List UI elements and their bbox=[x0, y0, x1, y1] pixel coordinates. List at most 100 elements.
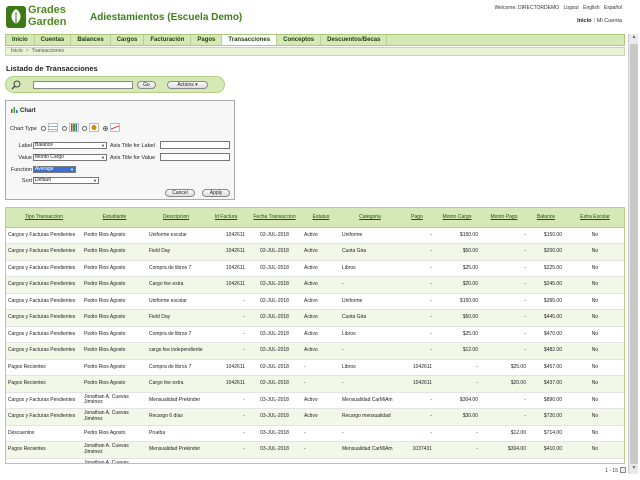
breadcrumb-home[interactable]: Inicio bbox=[11, 48, 23, 54]
search-icon[interactable] bbox=[11, 80, 21, 90]
table-row[interactable]: Cargos y Facturas PendientesJonathan A. … bbox=[6, 458, 624, 463]
actions-button[interactable]: Actions ▾ bbox=[167, 81, 208, 89]
table-cell: No bbox=[564, 342, 624, 360]
table-cell: - bbox=[400, 243, 434, 261]
table-row[interactable]: Cargos y Facturas Pendientes Pedro Rios A… bbox=[6, 227, 624, 244]
cancel-button[interactable]: Cancel bbox=[165, 189, 195, 197]
dropdown-arrow-icon: ▼ bbox=[101, 143, 105, 148]
table-cell: $445.00 bbox=[528, 309, 564, 327]
chart-type-radio-pie[interactable] bbox=[82, 126, 88, 131]
table-row[interactable]: Cargos y Facturas Pendientes Pedro Rios A… bbox=[6, 309, 624, 327]
table-cell: - bbox=[400, 408, 434, 426]
column-header-tipo-transaccion[interactable]: Tipo Transaccion bbox=[6, 208, 82, 228]
table-cell: No bbox=[564, 326, 624, 343]
axis-title-value-input[interactable] bbox=[160, 153, 230, 161]
table-cell: Jonathan A. Cuevas Jiménez bbox=[82, 458, 147, 463]
table-cell: 02-JUL-2018 bbox=[247, 260, 302, 277]
label-select[interactable]: Balance ▼ bbox=[33, 142, 107, 149]
table-cell: No bbox=[564, 309, 624, 327]
table-cell: 1042611 bbox=[400, 375, 434, 393]
chart-type-radio-table[interactable] bbox=[41, 126, 47, 131]
table-cell: $200.00 bbox=[528, 243, 564, 261]
sort-select[interactable]: Default ▼ bbox=[33, 177, 99, 184]
column-header-monto-cargo[interactable]: Monto Cargo bbox=[434, 208, 480, 228]
column-header-monto-pago[interactable]: Monto Pago bbox=[480, 208, 528, 228]
table-cell: Prueba bbox=[147, 425, 205, 442]
table-row[interactable]: Descuentos Pedro Rios Agosto Prueba -03-JUL… bbox=[6, 425, 624, 442]
grades-garden-logo[interactable]: Grades Garden bbox=[6, 4, 86, 30]
tab-inicio[interactable]: Inicio bbox=[6, 35, 35, 45]
table-row[interactable]: Pagos Recientes Pedro Rios Agosto Cargo fe… bbox=[6, 375, 624, 393]
next-page-icon[interactable] bbox=[620, 467, 626, 473]
logout-link[interactable]: Logout bbox=[563, 5, 578, 11]
table-cell: $395.00 bbox=[528, 293, 564, 310]
search-input[interactable] bbox=[33, 81, 133, 89]
table-row[interactable]: Pagos Recientes Jonathan A. Cuevas Jiméne… bbox=[6, 441, 624, 459]
column-header-fecha-transaccion[interactable]: Fecha Transaccion bbox=[247, 208, 302, 228]
chart-type-radio-bar[interactable] bbox=[61, 126, 67, 131]
breadcrumb: Inicio > Transacciones bbox=[5, 47, 625, 56]
table-row[interactable]: Cargos y Facturas Pendientes Pedro Rios A… bbox=[6, 342, 624, 360]
table-cell: $150.00 bbox=[528, 227, 564, 244]
column-header-estatus[interactable]: Estatus bbox=[302, 208, 340, 228]
table-row[interactable]: Cargos y Facturas PendientesJonathan A. … bbox=[6, 408, 624, 426]
chart-type-radio-line[interactable] bbox=[102, 126, 108, 131]
table-row[interactable]: Cargos y Facturas Pendientes Pedro Rios A… bbox=[6, 293, 624, 310]
table-row[interactable]: Cargos y Facturas Pendientes Pedro Rios A… bbox=[6, 326, 624, 343]
breadcrumb-current: Transacciones bbox=[31, 48, 64, 54]
table-cell: No bbox=[564, 441, 624, 459]
table-row[interactable]: Cargos y Facturas Pendientes Pedro Rios A… bbox=[6, 276, 624, 294]
axis-title-label-input[interactable] bbox=[160, 141, 230, 149]
tab-cuentas[interactable]: Cuentas bbox=[35, 35, 72, 45]
column-header-descripcion[interactable]: Descripcion bbox=[147, 208, 205, 228]
column-header-extra-escolar[interactable]: Extra Escolar bbox=[564, 208, 624, 228]
table-cell: - bbox=[400, 260, 434, 277]
espanol-link[interactable]: Español bbox=[604, 5, 622, 11]
inicio-link[interactable]: Inicio bbox=[577, 18, 591, 24]
go-button[interactable]: Go bbox=[137, 81, 156, 89]
table-row[interactable]: Cargos y Facturas Pendientes Pedro Rios A… bbox=[6, 243, 624, 261]
tab-transacciones[interactable]: Transacciones bbox=[222, 35, 278, 45]
scroll-up-icon[interactable]: ▲ bbox=[629, 34, 639, 43]
tab-pagos[interactable]: Pagos bbox=[191, 35, 223, 45]
column-header-pago[interactable]: Pago bbox=[400, 208, 434, 228]
table-cell: $25.00 bbox=[480, 359, 528, 376]
value-select[interactable]: Monto Cargo ▼ bbox=[33, 154, 107, 161]
column-header-estudiante[interactable]: Estudiante bbox=[82, 208, 147, 228]
table-row[interactable]: Pagos Recientes Pedro Rios Agosto Compra d… bbox=[6, 359, 624, 376]
function-select[interactable]: Average ▼ bbox=[33, 166, 76, 173]
table-cell: Pedro Rios Agosto bbox=[82, 326, 147, 343]
table-cell: $245.00 bbox=[528, 276, 564, 294]
table-cell: $30.00 bbox=[434, 458, 480, 463]
tab-conceptos[interactable]: Conceptos bbox=[277, 35, 322, 45]
table-cell: - bbox=[480, 293, 528, 310]
english-link[interactable]: English bbox=[583, 5, 599, 11]
tab-balances[interactable]: Balances bbox=[71, 35, 111, 45]
table-cell: Cargos y Facturas Pendientes bbox=[6, 260, 82, 277]
table-row[interactable]: Cargos y Facturas PendientesJonathan A. … bbox=[6, 392, 624, 409]
column-header-balance[interactable]: Balance bbox=[528, 208, 564, 228]
table-cell: Cargo fee extra bbox=[147, 276, 205, 294]
table-cell: Pagos Recientes bbox=[6, 441, 82, 459]
table-cell: Mensualidad CarMiAm bbox=[340, 392, 400, 409]
scroll-down-icon[interactable]: ▼ bbox=[629, 465, 639, 474]
page-scrollbar[interactable]: ▲ ▼ bbox=[628, 34, 638, 474]
table-cell: 02-JUL-2018 bbox=[247, 276, 302, 294]
apply-button[interactable]: Apply bbox=[202, 189, 230, 197]
table-cell: - bbox=[480, 276, 528, 294]
column-header-categoria[interactable]: Categoria bbox=[340, 208, 400, 228]
scroll-thumb[interactable] bbox=[630, 44, 638, 464]
table-cell: $304.00 bbox=[480, 441, 528, 459]
mi-cuenta-link[interactable]: Mi Cuenta bbox=[597, 18, 622, 24]
tab-facturacion[interactable]: Facturación bbox=[144, 35, 192, 45]
table-cell: No bbox=[564, 408, 624, 426]
tab-descuentos-becas[interactable]: Descuentos/Becas bbox=[321, 35, 388, 45]
sort-label: Sort bbox=[21, 178, 32, 184]
table-cell: - bbox=[480, 227, 528, 244]
tab-cargos[interactable]: Cargos bbox=[111, 35, 145, 45]
table-cell: - bbox=[434, 425, 480, 442]
table-cell: 03-JUL-2018 bbox=[247, 392, 302, 409]
table-row[interactable]: Cargos y Facturas Pendientes Pedro Rios A… bbox=[6, 260, 624, 277]
column-header-id-factura[interactable]: Id Factura bbox=[205, 208, 247, 228]
table-cell: Recargo mensualidad bbox=[340, 408, 400, 426]
